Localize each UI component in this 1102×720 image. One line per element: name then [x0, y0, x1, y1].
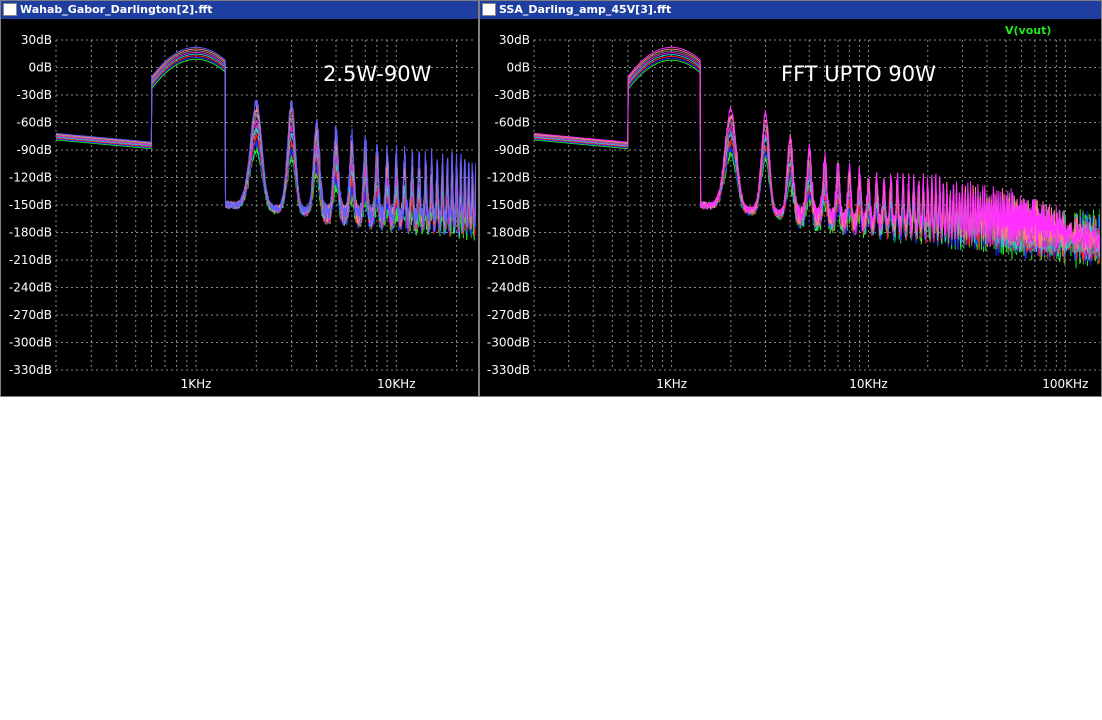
fft-plot-left[interactable]: 30dB 0dB -30dB -60dB -90dB -120dB -150dB -180dB… [1, 19, 478, 396]
y-tick-label: -150dB [9, 198, 52, 212]
trace-legend[interactable]: V(vout) [1005, 24, 1051, 37]
y-tick-label: 30dB [499, 33, 530, 47]
y-tick-label: -270dB [487, 308, 530, 322]
y-tick-label: -120dB [487, 171, 530, 185]
y-tick-label: -30dB [17, 88, 52, 102]
y-tick-label: 0dB [29, 61, 52, 75]
y-tick-label: -180dB [487, 226, 530, 240]
y-tick-label: -120dB [9, 171, 52, 185]
y-tick-label: -240dB [487, 281, 530, 295]
x-tick-label: 1KHz [656, 377, 687, 391]
y-tick-label: -60dB [17, 116, 52, 130]
plot-annotation: 2.5W-90W [323, 62, 432, 86]
fft-window-right[interactable]: SSA_Darling_amp_45V[3].fft 30dB 0dB -30dB -… [479, 0, 1102, 397]
x-tick-label: 10KHz [377, 377, 415, 391]
y-tick-label: -300dB [9, 336, 52, 350]
y-tick-label: -300dB [487, 336, 530, 350]
window-titlebar[interactable]: Wahab_Gabor_Darlington[2].fft [1, 1, 478, 19]
window-title: Wahab_Gabor_Darlington[2].fft [20, 3, 213, 16]
y-tick-label: 30dB [21, 33, 52, 47]
waveform-icon [482, 3, 496, 16]
y-tick-label: -270dB [9, 308, 52, 322]
x-tick-label: 1KHz [181, 377, 212, 391]
window-title: SSA_Darling_amp_45V[3].fft [499, 3, 672, 16]
plot-annotation: FFT UPTO 90W [781, 62, 936, 86]
y-tick-label: -240dB [9, 281, 52, 295]
window-titlebar[interactable]: SSA_Darling_amp_45V[3].fft [480, 1, 1101, 19]
y-tick-label: -90dB [495, 143, 530, 157]
fft-window-left[interactable]: Wahab_Gabor_Darlington[2].fft 30dB 0dB -30… [0, 0, 479, 397]
fft-plot-right[interactable]: 30dB 0dB -30dB -60dB -90dB -120dB -150dB -180dB… [480, 19, 1101, 396]
y-tick-label: 0dB [507, 61, 530, 75]
y-tick-label: -330dB [487, 363, 530, 377]
waveform-icon [3, 3, 17, 16]
y-tick-label: -60dB [495, 116, 530, 130]
y-tick-label: -330dB [9, 363, 52, 377]
y-tick-label: -180dB [9, 226, 52, 240]
y-tick-label: -210dB [9, 253, 52, 267]
y-tick-label: -210dB [487, 253, 530, 267]
x-tick-label: 100KHz [1042, 377, 1088, 391]
y-tick-label: -30dB [495, 88, 530, 102]
x-tick-label: 10KHz [849, 377, 887, 391]
y-tick-label: -90dB [17, 143, 52, 157]
grid-lines [533, 39, 1100, 371]
y-tick-label: -150dB [487, 198, 530, 212]
